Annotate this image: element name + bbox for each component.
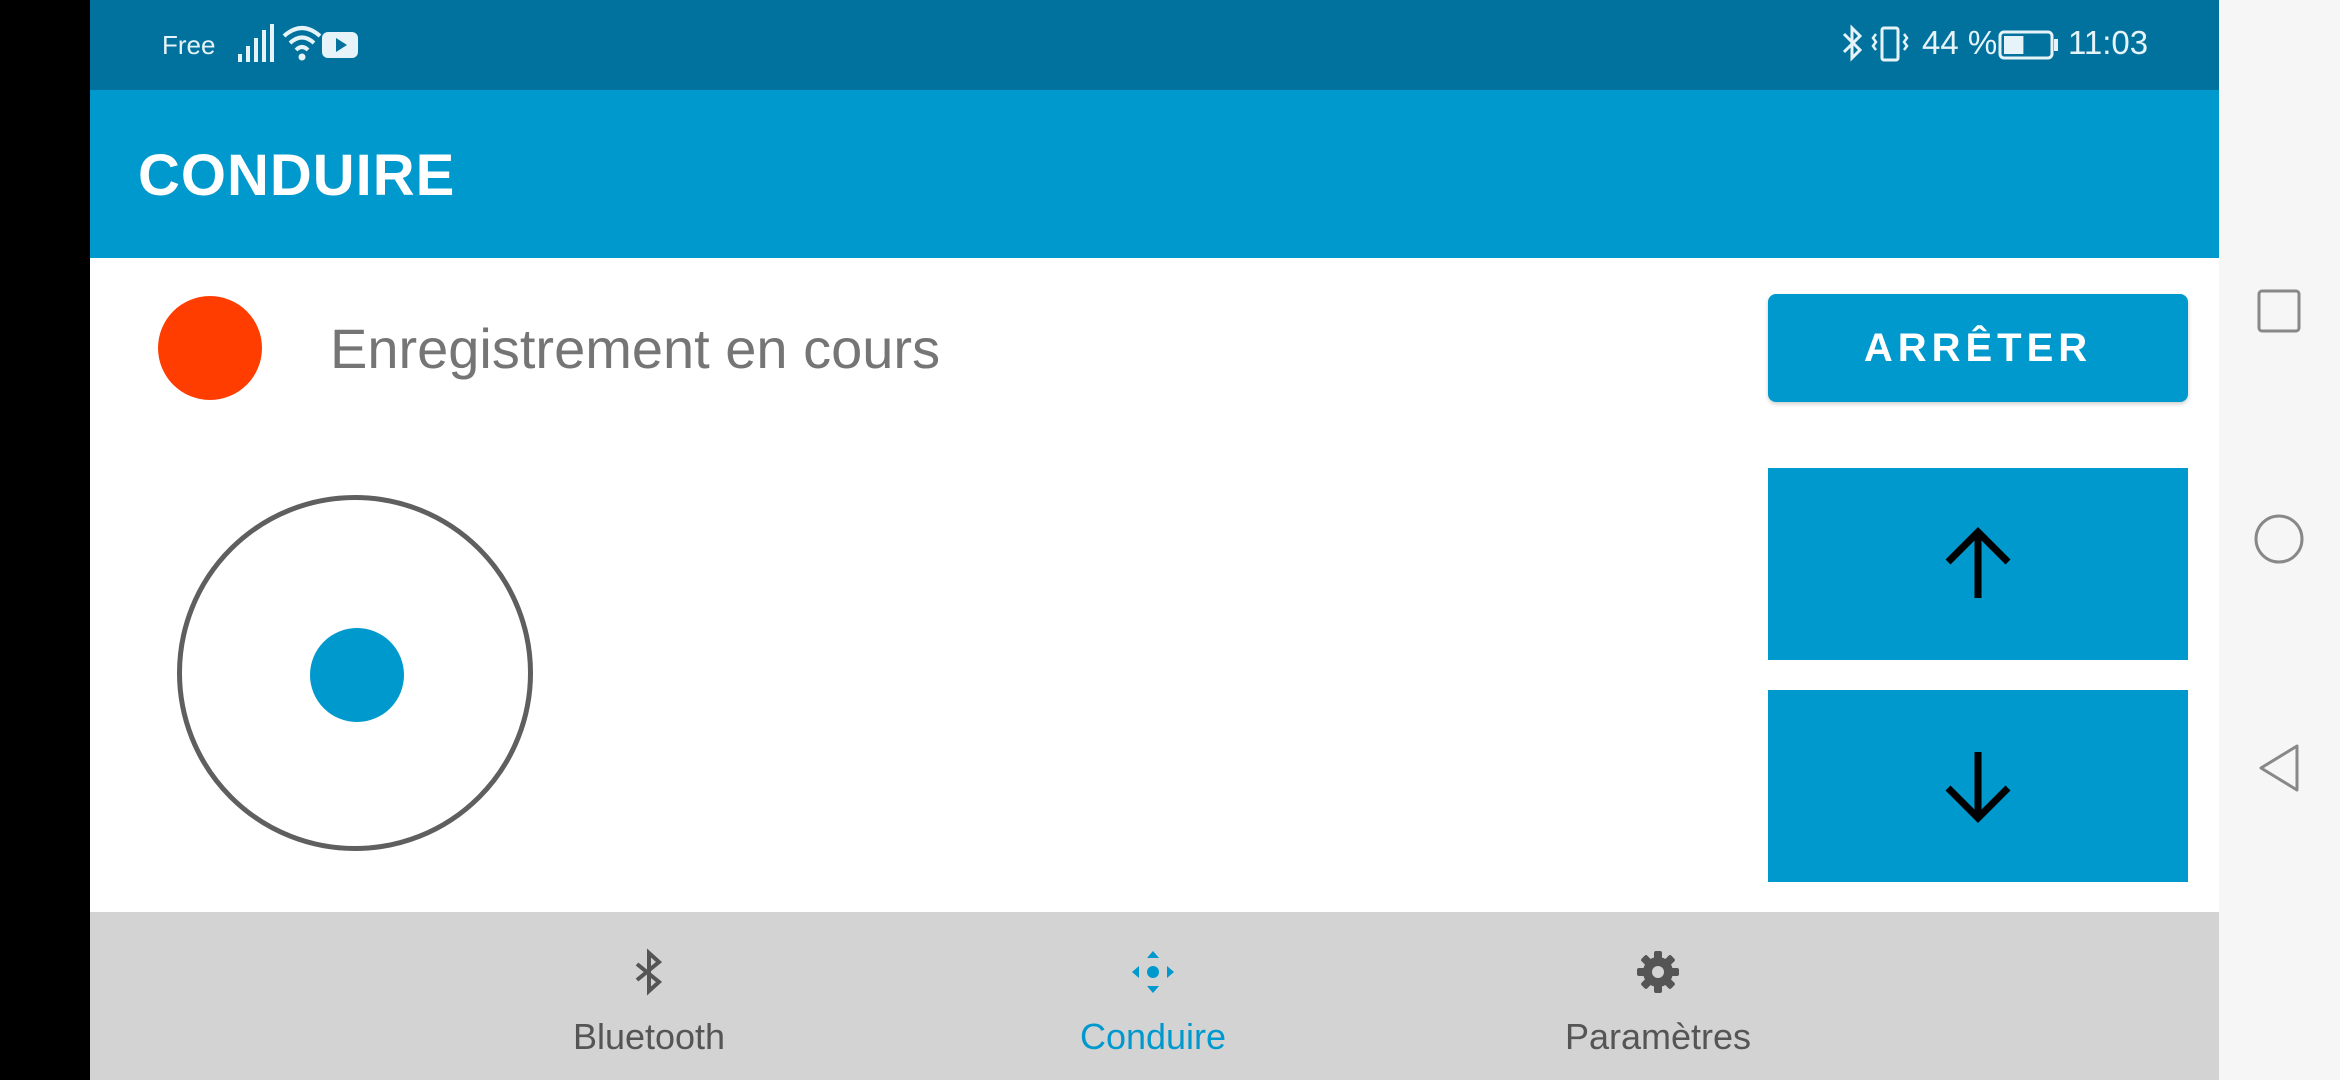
- status-bar: Free 44 % 11:03: [90, 0, 2219, 90]
- signal-icon: [238, 24, 274, 62]
- nav-label-parametres: Paramètres: [1564, 1016, 1752, 1057]
- recording-indicator: [158, 296, 262, 400]
- home-icon[interactable]: [2253, 513, 2305, 565]
- recording-status-text: Enregistrement en cours: [330, 317, 941, 380]
- nav-item-conduire[interactable]: Conduire: [953, 912, 1353, 1080]
- wifi-icon: [282, 26, 322, 61]
- down-button[interactable]: [1768, 690, 2188, 882]
- clock: 11:03: [2068, 24, 2149, 61]
- app-bar: CONDUIRE: [90, 90, 2219, 258]
- stop-button[interactable]: ARRÊTER: [1768, 294, 2188, 402]
- recents-icon[interactable]: [2255, 287, 2303, 335]
- bluetooth-icon: [635, 948, 663, 996]
- joystick-knob[interactable]: [310, 628, 404, 722]
- youtube-icon: [322, 32, 358, 58]
- battery-percent: 44 %: [1922, 24, 1998, 61]
- carrier-label: Free: [162, 30, 216, 60]
- back-icon[interactable]: [2255, 742, 2303, 794]
- page-title: CONDUIRE: [138, 143, 456, 208]
- nav-label-conduire: Conduire: [1079, 1016, 1227, 1057]
- bluetooth-icon: [1842, 24, 1863, 62]
- nav-item-bluetooth[interactable]: Bluetooth: [449, 912, 849, 1080]
- nav-label-bluetooth: Bluetooth: [572, 1016, 726, 1057]
- battery-icon: [1998, 30, 2058, 60]
- system-navigation-bar: [2219, 0, 2340, 1080]
- up-button[interactable]: [1768, 468, 2188, 660]
- display-cutout: [0, 0, 90, 1080]
- drive-icon: [1132, 951, 1174, 993]
- nav-item-parametres[interactable]: Paramètres: [1458, 912, 1858, 1080]
- gear-icon: [1637, 951, 1679, 993]
- vibrate-icon: [1871, 26, 1909, 62]
- arrow-up-icon: [1945, 527, 2011, 598]
- arrow-down-icon: [1945, 752, 2011, 823]
- bottom-navigation: Bluetooth Conduire Paramètres: [90, 912, 2219, 1080]
